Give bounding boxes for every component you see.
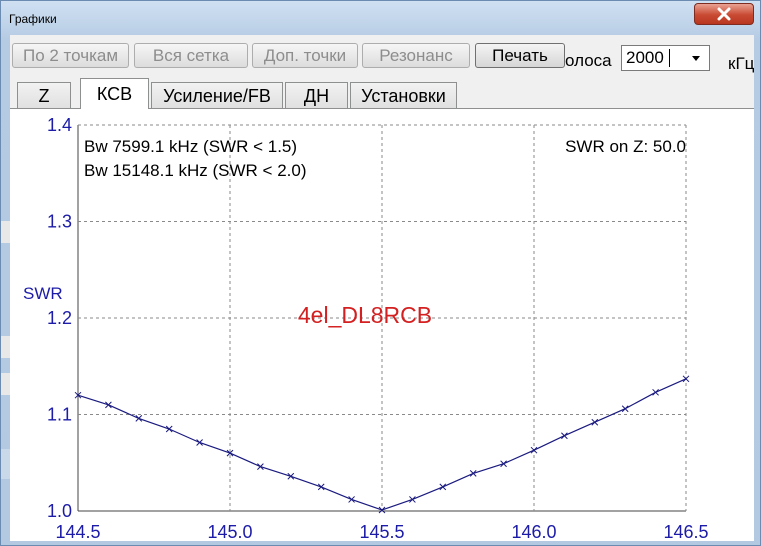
two-points-button[interactable]: По 2 точкам <box>12 43 129 68</box>
model-name-label: 4el_DL8RCB <box>298 302 432 328</box>
y-tick-label: 1.2 <box>47 308 72 328</box>
data-point-marker <box>591 418 599 426</box>
client-area: По 2 точкам Вся сетка Доп. точки Резонан… <box>10 35 754 541</box>
window-title: Графики <box>9 12 57 26</box>
tab-swr[interactable]: КСВ <box>80 78 149 109</box>
full-grid-button[interactable]: Вся сетка <box>134 43 248 68</box>
data-point-marker <box>561 432 568 440</box>
data-point-marker <box>652 388 659 396</box>
data-point-marker <box>348 496 355 503</box>
data-point-marker <box>196 439 203 446</box>
band-select[interactable]: 2000 <box>621 45 710 71</box>
extra-points-button[interactable]: Доп. точки <box>252 43 358 68</box>
y-tick-label: 1.1 <box>47 405 72 425</box>
band-units: кГц <box>728 54 754 73</box>
swr-on-z-annotation: SWR on Z: 50.0 <box>565 137 686 156</box>
data-point-marker <box>105 401 112 409</box>
data-point-marker <box>165 425 173 433</box>
data-point-marker <box>317 483 325 491</box>
data-point-marker <box>135 415 143 422</box>
tab-z[interactable]: Z <box>17 82 71 108</box>
data-point-marker <box>621 405 629 413</box>
x-tick-label: 144.5 <box>55 522 100 541</box>
y-axis-label: SWR <box>23 284 63 303</box>
data-point-marker <box>378 506 386 514</box>
data-point-marker <box>257 463 264 470</box>
y-tick-label: 1.4 <box>47 115 72 135</box>
data-point-marker <box>439 483 447 491</box>
swr-chart: 1.0 1.1 1.2 1.3 1.4 144.5 145.0 145.5 146.0 146.5… <box>23 115 709 541</box>
resonance-button[interactable]: Резонанс <box>362 43 470 68</box>
close-icon <box>717 7 731 21</box>
data-point-marker <box>409 496 416 503</box>
close-button[interactable] <box>694 3 754 25</box>
y-tick-label: 1.3 <box>47 212 72 232</box>
data-point-marker <box>469 470 477 477</box>
tab-gain-fb[interactable]: Усиление/FB <box>151 82 283 108</box>
band-value: 2000 <box>626 48 664 67</box>
x-tick-label: 145.5 <box>359 522 404 541</box>
tab-pattern[interactable]: ДН <box>285 82 348 108</box>
data-point-marker <box>530 446 538 454</box>
band-label: олоса <box>565 51 612 70</box>
title-bar[interactable]: Графики <box>1 1 760 35</box>
swr-chart-panel: 1.0 1.1 1.2 1.3 1.4 144.5 145.0 145.5 146.0 146.5… <box>10 108 754 541</box>
x-tick-label: 146.5 <box>663 522 708 541</box>
data-point-marker <box>682 375 690 383</box>
data-point-marker <box>287 472 295 480</box>
graphs-window: Графики По 2 точкам Вся сетка Доп. точки… <box>0 0 761 546</box>
text-caret <box>669 49 670 67</box>
bandwidth-1-5-annotation: Bw 7599.1 kHz (SWR < 1.5) <box>84 137 297 156</box>
chevron-down-icon[interactable] <box>692 56 700 61</box>
y-tick-label: 1.0 <box>47 501 72 521</box>
print-button[interactable]: Печать <box>475 43 565 68</box>
x-tick-label: 146.0 <box>511 522 556 541</box>
tab-settings[interactable]: Установки <box>350 82 457 108</box>
data-point-marker <box>500 460 507 468</box>
x-tick-label: 145.0 <box>207 522 252 541</box>
bandwidth-2-0-annotation: Bw 15148.1 kHz (SWR < 2.0) <box>84 161 307 180</box>
